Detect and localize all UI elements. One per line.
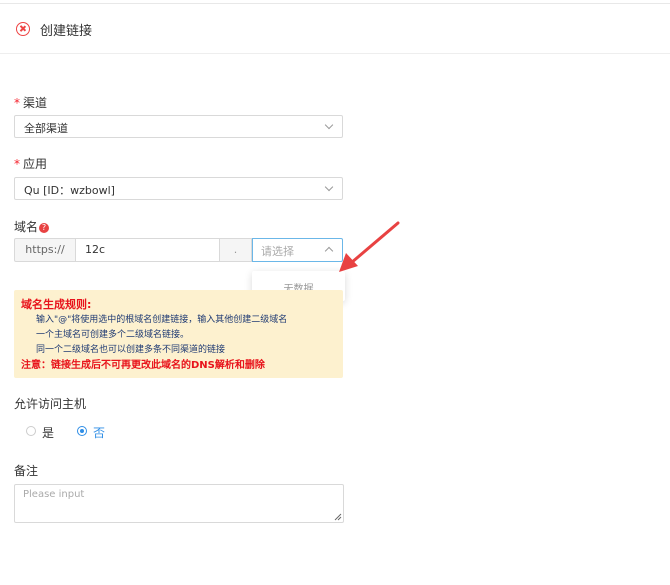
annotation-arrow-icon bbox=[339, 221, 400, 272]
